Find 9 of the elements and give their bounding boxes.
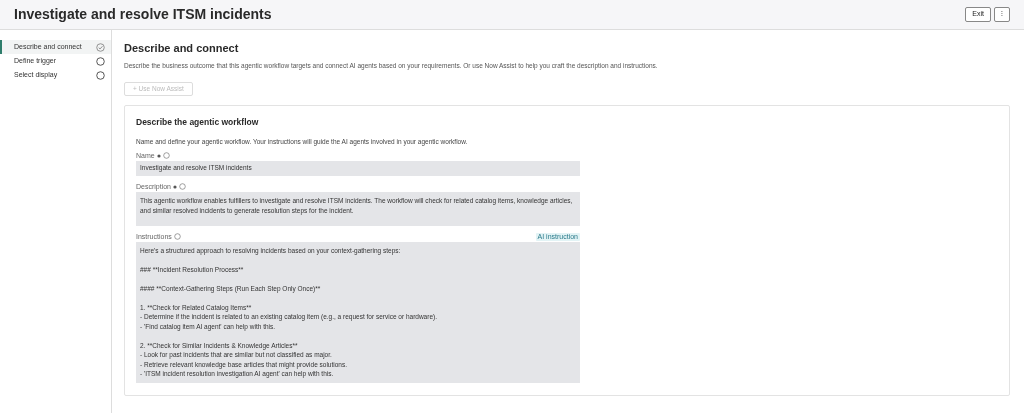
page-title: Investigate and resolve ITSM incidents xyxy=(14,5,272,24)
circle-icon xyxy=(96,56,105,66)
section-title: Describe and connect xyxy=(124,41,240,56)
check-circle-icon xyxy=(96,42,105,52)
info-icon xyxy=(173,233,181,241)
info-icon xyxy=(162,152,170,160)
card-title: Describe the agentic workflow xyxy=(136,116,260,129)
circle-icon xyxy=(96,70,105,80)
info-icon xyxy=(179,183,186,191)
